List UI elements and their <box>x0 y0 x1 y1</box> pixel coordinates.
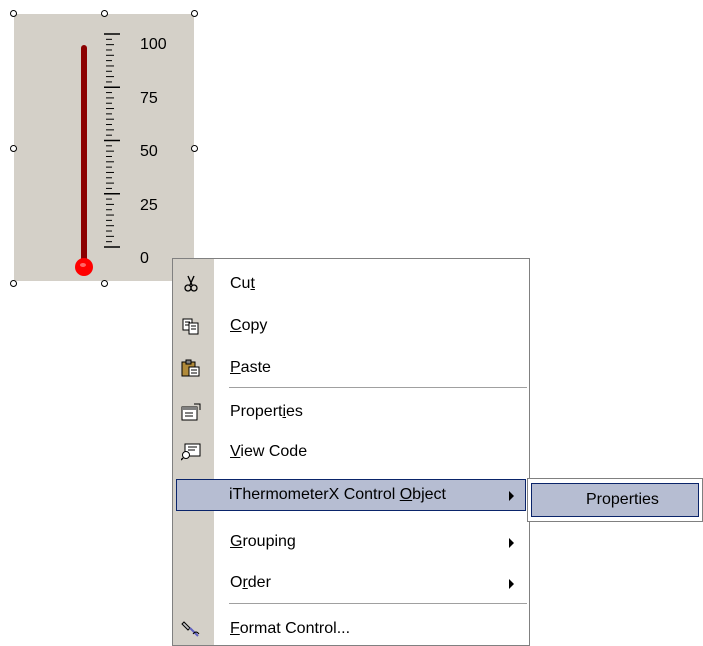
scale-label-75: 75 <box>140 90 158 107</box>
paste-icon <box>181 359 201 377</box>
scale-label-100: 100 <box>140 36 167 53</box>
scale-ticks <box>104 33 120 248</box>
menu-separator <box>229 387 527 388</box>
thermometer-tube <box>81 45 87 265</box>
menu-item-label: Grouping <box>230 533 296 550</box>
scale-label-50: 50 <box>140 143 158 160</box>
menu-item-label: iThermometerX Control Object <box>229 486 446 503</box>
menu-item-label: Order <box>230 574 271 591</box>
menu-item-label: Format Control... <box>230 620 351 637</box>
menu-separator <box>229 603 527 604</box>
thermometer-scale: 100 75 50 25 0 <box>14 14 194 281</box>
bulb-glint <box>80 263 86 267</box>
menu-item-label: View Code <box>230 443 308 460</box>
resize-handle-right[interactable] <box>191 145 198 152</box>
menu-item-label: Properties <box>230 403 303 420</box>
menu-item-label: Copy <box>230 317 268 334</box>
menu-item-control-object[interactable]: iThermometerX Control Object <box>176 479 526 511</box>
format-control-icon <box>181 620 201 638</box>
scale-label-25: 25 <box>140 197 158 214</box>
submenu-arrow-icon <box>509 579 514 589</box>
submenu-item-label: Properties <box>586 491 659 508</box>
menu-item-paste[interactable]: Paste <box>173 353 529 383</box>
scale-label-0: 0 <box>140 250 149 267</box>
thermometer-bulb <box>75 258 93 276</box>
menu-item-order[interactable]: Order <box>173 568 529 598</box>
context-menu: Cut Copy Paste Properties View Code iThe… <box>172 258 530 646</box>
properties-icon <box>181 403 201 421</box>
menu-item-label: Cut <box>230 275 255 292</box>
control-object-submenu: Properties <box>527 478 703 522</box>
menu-item-cut[interactable]: Cut <box>173 269 529 299</box>
submenu-arrow-icon <box>509 538 514 548</box>
menu-item-properties[interactable]: Properties <box>173 397 529 427</box>
menu-item-copy[interactable]: Copy <box>173 311 529 341</box>
submenu-item-properties[interactable]: Properties <box>531 483 699 517</box>
resize-handle-left[interactable] <box>10 145 17 152</box>
resize-handle-top-left[interactable] <box>10 10 17 17</box>
menu-item-view-code[interactable]: View Code <box>173 437 529 467</box>
resize-handle-top[interactable] <box>101 10 108 17</box>
copy-icon <box>181 317 201 335</box>
submenu-arrow-icon <box>509 491 514 501</box>
menu-item-format-control[interactable]: Format Control... <box>173 614 529 644</box>
resize-handle-bottom[interactable] <box>101 280 108 287</box>
scissors-icon <box>181 275 201 293</box>
menu-item-label: Paste <box>230 359 271 376</box>
view-code-icon <box>180 443 201 461</box>
resize-handle-top-right[interactable] <box>191 10 198 17</box>
thermometer-control[interactable]: 100 75 50 25 0 <box>14 14 194 281</box>
resize-handle-bottom-left[interactable] <box>10 280 17 287</box>
menu-item-grouping[interactable]: Grouping <box>173 527 529 557</box>
